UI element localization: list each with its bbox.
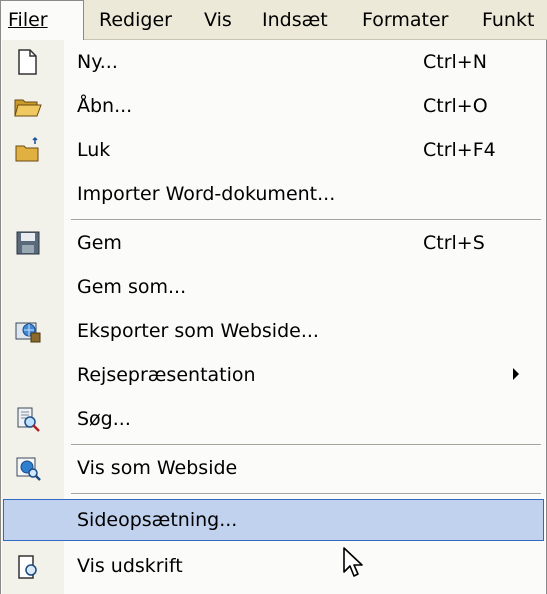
menu-vis[interactable]: Vis: [204, 0, 232, 40]
web-preview-icon: [16, 457, 41, 481]
menu-item-close[interactable]: Luk Ctrl+F4: [1, 128, 546, 172]
menu-bar: Filer Rediger Vis Indsæt Formater Funkt: [0, 0, 547, 41]
menu-indsaet[interactable]: Indsæt: [262, 0, 328, 40]
menu-item-import-word-label: Importer Word-dokument...: [77, 183, 336, 205]
menu-formater[interactable]: Formater: [362, 0, 448, 40]
menu-item-save-as[interactable]: Gem som...: [1, 265, 546, 309]
menu-item-new[interactable]: Ny... Ctrl+N: [1, 40, 546, 84]
menu-item-new-label: Ny...: [77, 51, 118, 73]
menu-item-open-shortcut: Ctrl+O: [423, 95, 488, 117]
menu-funktioner[interactable]: Funkt: [482, 0, 534, 40]
file-menu-dropdown: Ny... Ctrl+N Åbn... Ctrl+O Luk Ctrl+F4 I…: [0, 40, 547, 594]
menu-item-save-as-label: Gem som...: [77, 276, 187, 298]
menu-item-open-label: Åbn...: [77, 95, 133, 117]
print-preview-icon: [18, 555, 37, 579]
menu-separator: [71, 493, 541, 495]
menu-formater-label: Formater: [362, 9, 449, 31]
menu-item-web-preview-label: Vis som Webside: [77, 457, 238, 479]
menu-item-export-web-label: Eksporter som Webside...: [77, 320, 319, 342]
menu-item-print-preview-label: Vis udskrift: [77, 555, 183, 577]
menu-item-close-shortcut: Ctrl+F4: [423, 139, 496, 161]
menu-item-import-word[interactable]: Importer Word-dokument...: [1, 172, 546, 216]
open-folder-icon: [14, 99, 42, 117]
new-document-icon: [18, 49, 37, 75]
menu-item-web-preview[interactable]: Vis som Webside: [1, 446, 546, 490]
menu-vis-label: Vis: [204, 9, 232, 31]
menu-item-save-shortcut: Ctrl+S: [423, 232, 485, 254]
menu-item-page-setup[interactable]: Sideopsætning...: [3, 499, 544, 541]
menu-item-page-setup-label: Sideopsætning...: [77, 509, 238, 531]
search-document-icon: [17, 407, 40, 432]
menu-item-search[interactable]: Søg...: [1, 397, 546, 441]
menu-item-export-web[interactable]: Eksporter som Webside...: [1, 309, 546, 353]
menu-item-close-label: Luk: [77, 139, 111, 161]
close-folder-icon: [15, 136, 39, 162]
menu-filer-label: Filer: [8, 9, 48, 31]
menu-filer[interactable]: Filer: [8, 0, 48, 40]
menu-rediger[interactable]: Rediger: [99, 0, 172, 40]
menu-rediger-label: Rediger: [99, 9, 172, 31]
menu-item-new-shortcut: Ctrl+N: [423, 51, 487, 73]
menu-funktioner-label: Funkt: [482, 9, 535, 31]
menu-item-pack-and-go[interactable]: Rejsepræsentation: [1, 353, 546, 397]
export-web-icon: [15, 322, 41, 343]
menu-item-pack-and-go-label: Rejsepræsentation: [77, 364, 256, 386]
save-disk-icon: [16, 231, 40, 255]
menu-item-print-preview[interactable]: Vis udskrift: [1, 544, 546, 588]
menu-indsaet-label: Indsæt: [262, 9, 328, 31]
mouse-cursor-icon: [343, 547, 363, 577]
menu-item-save-label: Gem: [77, 232, 122, 254]
menu-item-save[interactable]: Gem Ctrl+S: [1, 221, 546, 265]
menu-item-open[interactable]: Åbn... Ctrl+O: [1, 84, 546, 128]
submenu-arrow-icon: [513, 368, 519, 380]
menu-item-search-label: Søg...: [77, 408, 131, 430]
